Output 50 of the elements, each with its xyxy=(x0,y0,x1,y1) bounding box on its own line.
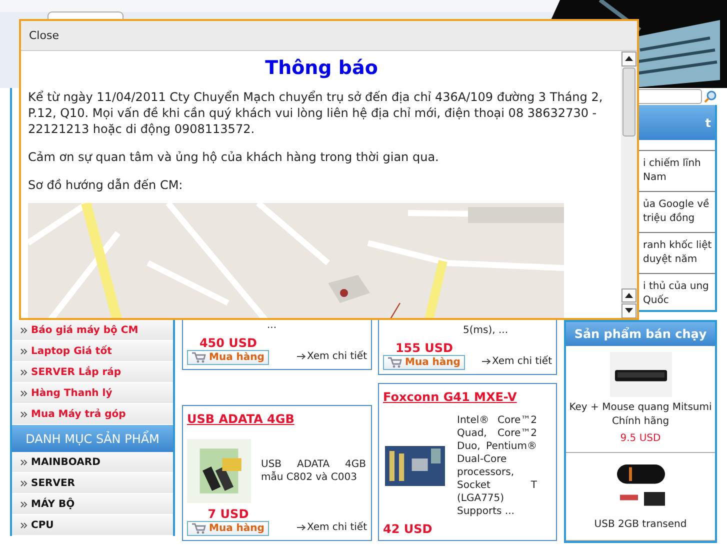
product-description: ... xyxy=(267,319,278,332)
sidebar-item[interactable]: Hàng Thanh lý xyxy=(12,383,173,404)
details-link[interactable]: Xem chi tiết xyxy=(296,351,367,362)
arrow-icon xyxy=(482,358,491,365)
sidebar-item[interactable]: Laptop Giá tốt xyxy=(12,341,173,362)
sidebar-item[interactable]: MAINBOARD xyxy=(12,452,173,473)
sidebar-item[interactable]: SERVER Lắp ráp xyxy=(12,362,173,383)
product-description: Intel® Core™2 Quad, Core™2 Duo, Pentium® Dual-Core processors, Socket T (LGA775) Supports ... xyxy=(457,414,537,518)
sidebar-item[interactable]: Báo giá máy bộ CM xyxy=(12,320,173,341)
product-price: 155 USD xyxy=(395,341,454,355)
dialog-title: Thông báo xyxy=(264,57,379,79)
product-description: USB ADATA 4GB mẫu C802 và C003 xyxy=(261,458,366,484)
paragraph: Sơ đồ hướng dẫn đến CM: xyxy=(28,177,184,193)
chevron-icon xyxy=(20,480,28,486)
chevron-icon xyxy=(20,410,28,418)
chevron-icon xyxy=(20,368,28,376)
product-price: 42 USD xyxy=(383,522,432,536)
chevron-icon xyxy=(20,326,28,334)
cart-icon xyxy=(388,357,402,368)
product-price: 450 USD xyxy=(199,336,258,350)
sidebar-item[interactable]: MÁY BỘ xyxy=(12,494,173,515)
details-link[interactable]: Xem chi tiết xyxy=(296,522,367,533)
product-title[interactable]: Foxconn G41 MXE-V xyxy=(383,388,552,404)
arrow-icon xyxy=(296,524,306,531)
paragraph: Kể từ ngày 11/04/2011 Cty Chuyển Mạch chuyển trụ sở đến địa chỉ 436A/109 đường 3 Tháng 2, P.12, Q10. Mọi vấn đề khi cần quý khách vui lòng liên hệ địa chỉ mới, điện thoại 08 38632730 - 22121213 hoặc di động 0908113572. xyxy=(28,89,604,137)
chevron-icon xyxy=(20,348,28,354)
chevron-icon xyxy=(20,500,28,508)
product-name[interactable]: Key + Mouse quang Mitsumi Chính hãng xyxy=(568,401,713,429)
cart-icon xyxy=(192,352,206,363)
close-link[interactable]: Close xyxy=(29,29,59,42)
sidebar-item[interactable]: CPU xyxy=(12,515,173,536)
sidebar-item[interactable]: SERVER xyxy=(12,473,173,494)
scrollbar[interactable] xyxy=(621,51,637,318)
details-link[interactable]: Xem chi tiết xyxy=(482,356,552,367)
cart-icon xyxy=(192,523,206,534)
search-icon[interactable] xyxy=(704,90,717,103)
chevron-icon xyxy=(20,522,28,528)
paragraph: Cảm ơn sự quan tâm và ủng hộ của khách hàng trong thời gian qua. xyxy=(28,149,440,165)
chevron-icon xyxy=(20,458,28,466)
panel-heading: t xyxy=(705,116,711,130)
arrow-icon xyxy=(296,353,306,360)
panel-heading: Sản phẩm bán chạy xyxy=(574,327,707,341)
product-price: 7 USD xyxy=(208,507,249,521)
product-description: 5(ms), ... xyxy=(463,324,510,337)
product-name[interactable]: USB 2GB transend xyxy=(594,518,687,532)
product-title[interactable]: USB ADATA 4GB xyxy=(187,410,367,426)
sidebar-item[interactable]: Mua Máy trả góp xyxy=(12,404,173,425)
sidebar-heading: DANH MỤC SẢN PHẨM xyxy=(12,425,173,452)
product-price: 9.5 USD xyxy=(620,433,661,444)
chevron-icon xyxy=(20,390,28,396)
